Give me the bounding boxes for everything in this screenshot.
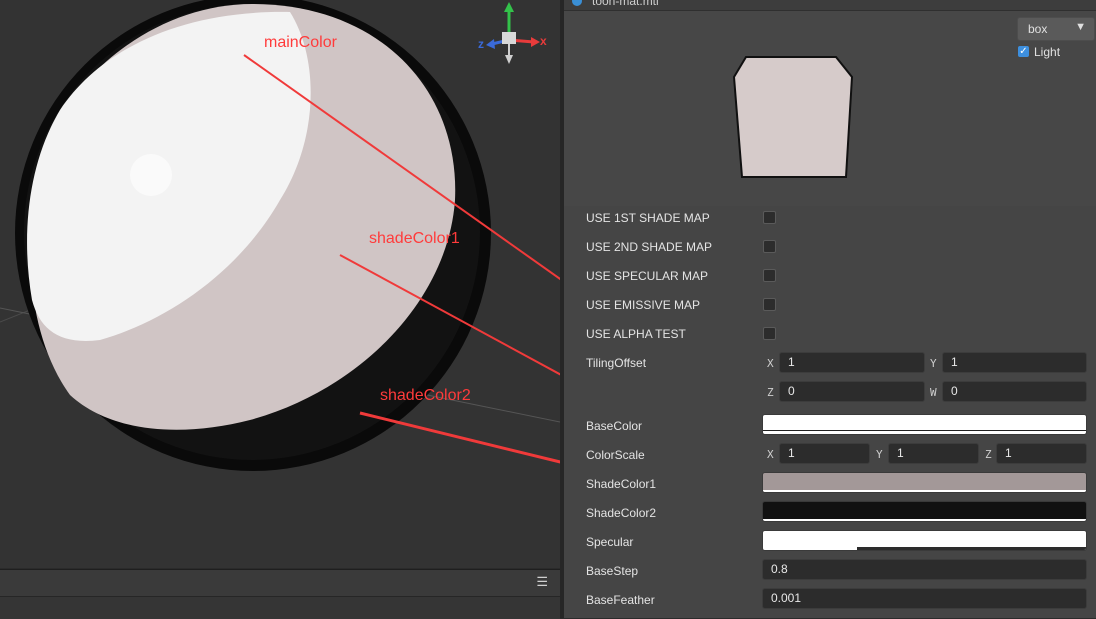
material-icon	[572, 0, 582, 6]
label-specular: Specular	[586, 535, 634, 549]
scene-canvas	[0, 0, 560, 471]
sphere-highlight	[130, 154, 172, 196]
preview-box	[732, 56, 854, 178]
label-use-2nd-shade-map: USE 2ND SHADE MAP	[586, 240, 713, 254]
label-use-alpha-test: USE ALPHA TEST	[586, 327, 686, 341]
console-panel	[0, 596, 560, 619]
color-scale-z-axis-label: Z	[985, 448, 992, 461]
checkbox-use-2nd-shade-map[interactable]	[763, 240, 776, 253]
preview-box-shape	[732, 56, 854, 178]
tiling-y-axis-label: Y	[930, 357, 937, 370]
annotation-shade-color1: shadeColor1	[369, 230, 460, 247]
label-base-color: BaseColor	[586, 419, 643, 433]
gizmo-z-label: z	[478, 37, 484, 51]
console-toolbar: ☰	[0, 569, 560, 596]
annotation-shade-color2: shadeColor2	[380, 387, 471, 404]
preview-shape-value: box	[1028, 22, 1048, 36]
tiling-x-axis-label: X	[767, 357, 774, 370]
color-scale-y-axis-label: Y	[876, 448, 883, 461]
checkbox-use-1st-shade-map[interactable]	[763, 211, 776, 224]
base-feather-field[interactable]: 0.001	[762, 588, 1087, 609]
chevron-down-icon: ▼	[1075, 21, 1086, 33]
tiling-y-field[interactable]: 1	[942, 352, 1087, 373]
label-use-emissive-map: USE EMISSIVE MAP	[586, 298, 701, 312]
checkbox-use-emissive-map[interactable]	[763, 298, 776, 311]
checkbox-use-alpha-test[interactable]	[763, 327, 776, 340]
specular-swatch[interactable]	[762, 530, 1087, 551]
checkbox-checked-icon[interactable]: ✓	[1018, 46, 1029, 57]
label-shade-color1: ShadeColor1	[586, 477, 657, 491]
preview-shape-select[interactable]: box ▼	[1017, 17, 1095, 41]
shade-color2-swatch[interactable]	[762, 501, 1087, 522]
scene-viewport[interactable]: x z mainColor shadeColor1 shadeColor2	[0, 0, 560, 568]
gizmo-x-label: x	[540, 34, 547, 48]
label-color-scale: ColorScale	[586, 448, 645, 462]
color-scale-z-field[interactable]: 1	[996, 443, 1087, 464]
material-preview[interactable]: box ▼ ✓ Light	[564, 11, 1096, 206]
swatch-alpha-bar	[763, 490, 1086, 492]
label-base-step: BaseStep	[586, 564, 639, 578]
shade-color1-swatch[interactable]	[762, 472, 1087, 493]
checkbox-use-specular-map[interactable]	[763, 269, 776, 282]
material-inspector: toon-mat.mtl box ▼ ✓ Light USE 1ST SHADE…	[564, 0, 1096, 618]
swatch-alpha-bar	[763, 547, 857, 550]
inspector-header: toon-mat.mtl	[564, 0, 1096, 11]
tiling-z-field[interactable]: 0	[779, 381, 925, 402]
color-scale-x-axis-label: X	[767, 448, 774, 461]
swatch-alpha-divider	[763, 430, 1086, 431]
tiling-w-field[interactable]: 0	[942, 381, 1087, 402]
label-shade-color2: ShadeColor2	[586, 506, 657, 520]
base-color-swatch[interactable]	[762, 414, 1087, 435]
base-step-field[interactable]: 0.8	[762, 559, 1087, 580]
label-tiling-offset: TilingOffset	[586, 356, 647, 370]
preview-light-label: Light	[1034, 45, 1061, 59]
label-base-feather: BaseFeather	[586, 593, 655, 607]
swatch-alpha-bar	[763, 519, 1086, 521]
label-use-1st-shade-map: USE 1ST SHADE MAP	[586, 211, 710, 225]
annotation-main-color: mainColor	[264, 34, 337, 51]
tiling-z-axis-label: Z	[767, 386, 774, 399]
color-scale-y-field[interactable]: 1	[888, 443, 979, 464]
tiling-w-axis-label: W	[930, 386, 937, 399]
color-scale-x-field[interactable]: 1	[779, 443, 870, 464]
tiling-x-field[interactable]: 1	[779, 352, 925, 373]
inspector-title: toon-mat.mtl	[592, 0, 659, 8]
hamburger-icon[interactable]: ☰	[536, 574, 548, 590]
orientation-gizmo[interactable]: x z	[474, 0, 554, 70]
label-use-specular-map: USE SPECULAR MAP	[586, 269, 709, 283]
